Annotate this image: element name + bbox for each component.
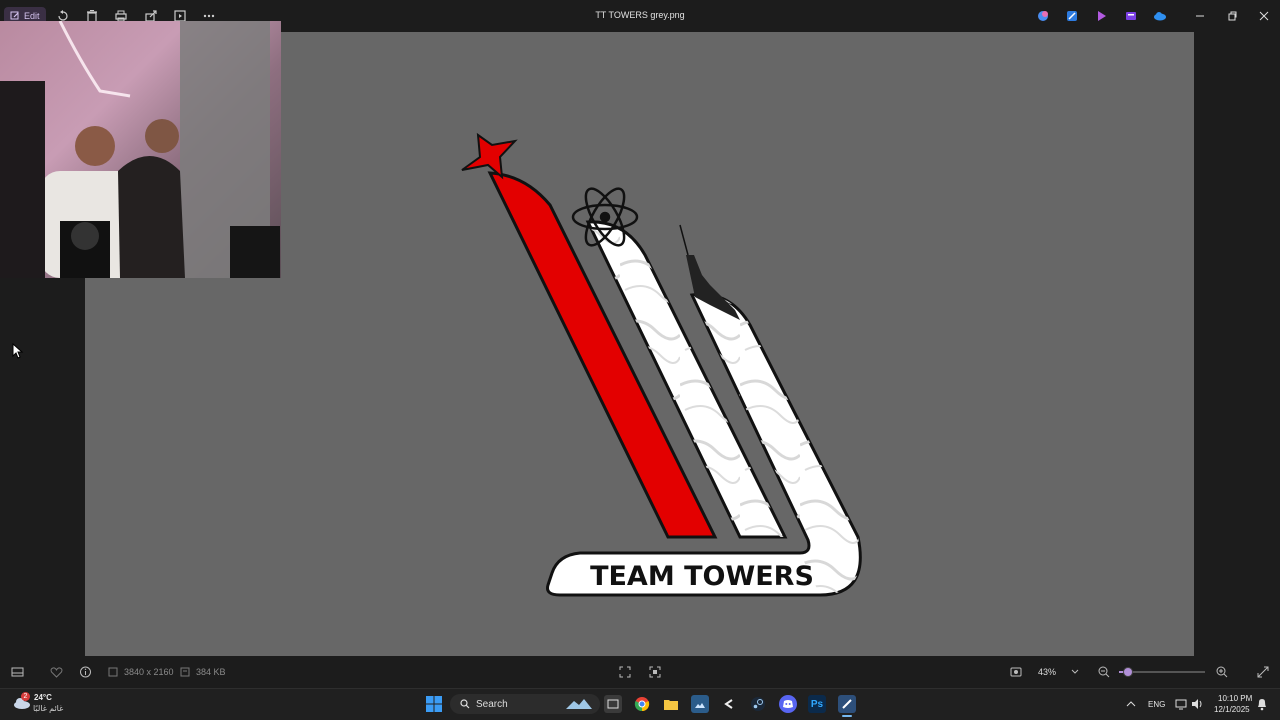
- image-dimensions: 3840 x 2160: [124, 667, 174, 677]
- file-size-icon: [180, 667, 190, 677]
- taskbar-search[interactable]: Search: [450, 694, 600, 714]
- zoom-level[interactable]: 43%: [1038, 667, 1056, 677]
- fullscreen-icon[interactable]: [1256, 665, 1270, 679]
- language-indicator[interactable]: ENG: [1148, 700, 1165, 709]
- zoom-slider-thumb[interactable]: [1122, 667, 1133, 677]
- viewer-bottom-bar: [0, 656, 1280, 688]
- search-placeholder: Search: [476, 698, 508, 710]
- photos-app-icon[interactable]: [691, 695, 709, 713]
- info-icon[interactable]: [79, 666, 92, 678]
- paint-app-icon[interactable]: [838, 695, 856, 713]
- notification-bell-icon[interactable]: [1256, 697, 1268, 711]
- chevron-down-icon[interactable]: [1071, 668, 1079, 676]
- paint-icon[interactable]: [1063, 8, 1081, 24]
- weather-description: غائم غالبًا: [33, 704, 64, 713]
- close-icon[interactable]: [1257, 9, 1271, 23]
- chevron-up-icon[interactable]: [1126, 700, 1136, 708]
- search-icon: [460, 699, 470, 709]
- clipchamp-icon[interactable]: [1122, 8, 1140, 24]
- window-title: TT TOWERS grey.png: [595, 10, 685, 20]
- restore-icon[interactable]: [1225, 9, 1239, 23]
- windows-start-icon[interactable]: [425, 695, 443, 713]
- volume-icon[interactable]: [1191, 698, 1203, 710]
- favorite-icon[interactable]: [50, 666, 63, 678]
- file-explorer-icon[interactable]: [662, 695, 680, 713]
- filmstrip-icon[interactable]: [11, 666, 24, 678]
- active-app-indicator: [842, 715, 852, 717]
- logo-text: TEAM TOWERS: [590, 561, 814, 592]
- file-size: 384 KB: [196, 667, 226, 677]
- copilot-icon[interactable]: [1034, 8, 1052, 24]
- weather-temperature: 24°C: [34, 693, 52, 702]
- capcut-icon[interactable]: [720, 695, 738, 713]
- mouse-cursor-icon: [12, 343, 24, 359]
- fit-to-window-icon[interactable]: [618, 665, 632, 679]
- clock-date[interactable]: 12/1/2025: [1214, 705, 1250, 714]
- onedrive-icon[interactable]: [1151, 8, 1169, 24]
- actual-size-icon[interactable]: [648, 665, 662, 679]
- zoom-out-icon[interactable]: [1097, 665, 1111, 679]
- view-mode-icon[interactable]: [1009, 665, 1023, 679]
- task-view-icon[interactable]: [604, 695, 622, 713]
- zoom-slider[interactable]: [1119, 667, 1205, 677]
- webcam-overlay: [0, 21, 281, 278]
- network-icon[interactable]: [1175, 698, 1187, 710]
- dimensions-icon: [108, 667, 118, 677]
- designer-icon[interactable]: [1093, 8, 1111, 24]
- minimize-icon[interactable]: [1193, 9, 1207, 23]
- photoshop-icon[interactable]: Ps: [808, 695, 826, 713]
- chrome-icon[interactable]: [633, 695, 651, 713]
- zoom-in-icon[interactable]: [1215, 665, 1229, 679]
- discord-icon[interactable]: [779, 695, 797, 713]
- star-icon: [461, 132, 518, 180]
- team-towers-logo: TEAM TOWERS: [461, 132, 862, 597]
- weather-badge: 2: [21, 692, 30, 701]
- steam-icon[interactable]: [749, 695, 767, 713]
- search-highlight-icon: [566, 699, 592, 709]
- left-margin: [0, 278, 85, 656]
- clock-time[interactable]: 10:10 PM: [1218, 694, 1252, 703]
